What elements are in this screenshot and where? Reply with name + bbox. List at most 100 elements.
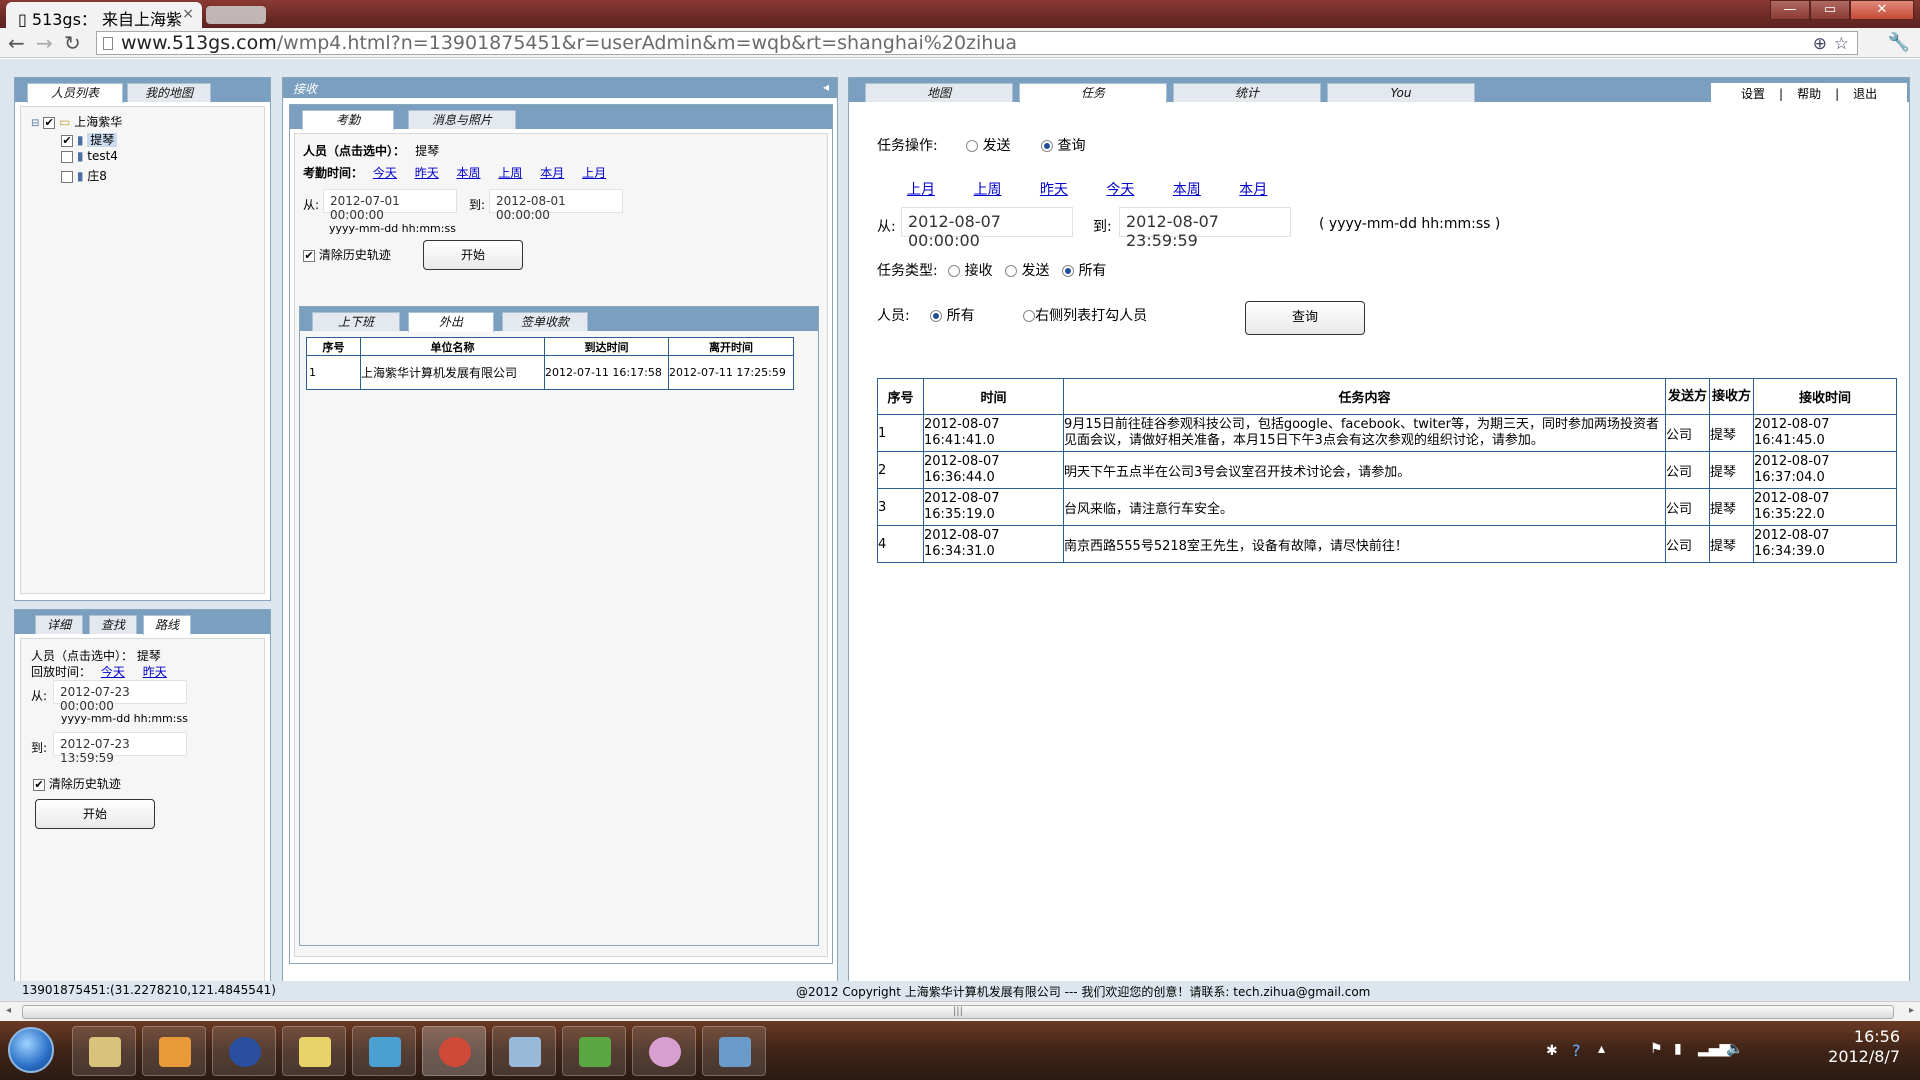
table-row[interactable]: 1 上海紫华计算机发展有限公司 2012-07-11 16:17:58 2012… [306,355,794,390]
media-player-taskbar-icon[interactable] [142,1026,206,1076]
link-last-month[interactable]: 上月 [907,182,935,198]
tree-item-person[interactable]: ▮ test4 [61,149,118,163]
link-this-month[interactable]: 本月 [1239,182,1267,198]
browser-tab[interactable]: ▯ 513gs： 来自上海紫 × [6,2,202,29]
query-button[interactable]: 查询 [1245,301,1365,335]
collapse-icon[interactable]: ⊟ [31,118,39,129]
maximize-button[interactable]: ▭ [1810,0,1850,20]
scroll-right-icon[interactable]: ▸ [1909,1005,1914,1016]
start-button-icon[interactable] [8,1027,54,1073]
radio-checked-people[interactable] [1023,310,1036,322]
chrome-taskbar-icon[interactable] [422,1026,486,1076]
link-this-week[interactable]: 本周 [1173,182,1201,198]
person-checkbox[interactable] [61,170,73,183]
link-last-week[interactable]: 上周 [498,166,522,180]
eclipse-taskbar-icon[interactable] [212,1026,276,1076]
scroll-thumb[interactable]: ||| [22,1005,1894,1019]
link-this-month[interactable]: 本月 [540,166,564,180]
explorer-taskbar-icon[interactable] [72,1026,136,1076]
tab-attendance[interactable]: 考勤 [302,110,394,130]
link-last-month[interactable]: 上月 [582,166,606,180]
scroll-left-icon[interactable]: ◂ [6,1005,11,1016]
table-row[interactable]: 1 2012-08-07 16:41:41.0 9月15日前往硅谷参观科技公司，… [877,414,1897,452]
horizontal-scrollbar[interactable]: ◂ ||| ▸ [0,1001,1920,1021]
tab-map[interactable]: 地图 [865,83,1013,102]
action-center-flag-icon[interactable]: ⚑ [1650,1041,1663,1057]
new-tab-button[interactable] [206,6,266,24]
clear-history-checkbox[interactable]: ✔ [33,778,45,791]
paint-taskbar-icon[interactable] [632,1026,696,1076]
link-yesterday[interactable]: 昨天 [143,665,167,679]
radio-send[interactable] [966,140,979,152]
editor-taskbar-icon[interactable] [492,1026,556,1076]
start-button[interactable]: 开始 [423,240,523,270]
tab-messages-photos[interactable]: 消息与照片 [408,110,516,129]
tree-root-checkbox[interactable]: ✔ [43,116,56,129]
minimize-button[interactable]: — [1770,0,1810,20]
from-input[interactable]: 2012-08-07 00:00:00 [901,207,1073,250]
show-hidden-icons-icon[interactable]: ▴ [1598,1041,1605,1057]
tab-orders-payments[interactable]: 签单收款 [502,312,588,331]
from-input[interactable]: 2012-07-01 00:00:00 [323,189,457,222]
person-checkbox[interactable] [61,150,73,163]
volume-icon[interactable]: 🔈 [1726,1041,1743,1057]
link-today[interactable]: 今天 [1106,182,1134,198]
tree-item-person[interactable]: ▮ 庄8 [61,167,107,184]
table-row[interactable]: 3 2012-08-07 16:35:19.0 台风来临，请注意行车安全。 公司… [877,488,1897,526]
person-checkbox[interactable]: ✔ [61,134,73,147]
close-window-button[interactable]: ✕ [1850,0,1914,20]
from-input[interactable]: 2012-07-23 00:00:00 [53,680,187,713]
clear-history-option[interactable]: ✔ 清除历史轨迹 [33,775,121,792]
power-icon[interactable]: ▮ [1674,1041,1682,1057]
tab-you[interactable]: You [1327,83,1475,102]
link-this-week[interactable]: 本周 [457,166,481,180]
tab-outings[interactable]: 外出 [408,312,494,332]
translate-icon[interactable]: ⊕ [1813,33,1827,55]
reload-icon[interactable]: ↻ [64,31,81,55]
help-icon[interactable]: ? [1572,1041,1581,1060]
to-input[interactable]: 2012-07-23 13:59:59 [53,732,187,765]
radio-query[interactable] [1041,140,1054,152]
network-app-icon[interactable]: ✱ [1546,1043,1558,1059]
back-icon[interactable]: ← [8,31,25,55]
tab-search[interactable]: 查找 [89,615,137,634]
tab-my-map[interactable]: 我的地图 [127,83,211,102]
link-last-week[interactable]: 上周 [973,182,1001,198]
settings-link[interactable]: 设置 [1741,87,1765,101]
radio-receive[interactable] [948,265,961,277]
clock[interactable]: 16:56 2012/8/7 [1770,1027,1900,1067]
tree-item-person[interactable]: ✔ ▮ 提琴 [61,131,118,148]
link-yesterday[interactable]: 昨天 [415,166,439,180]
link-yesterday[interactable]: 昨天 [1040,182,1068,198]
tab-people-list[interactable]: 人员列表 [27,83,123,103]
table-row[interactable]: 4 2012-08-07 16:34:31.0 南京西路555号5218室王先生… [877,525,1897,563]
tab-tasks[interactable]: 任务 [1019,83,1167,103]
wrench-icon[interactable]: 🔧 [1888,32,1910,53]
to-input[interactable]: 2012-08-07 23:59:59 [1119,207,1291,250]
tree-root[interactable]: ⊟ ✔ ▭ 上海紫华 [31,113,122,130]
messenger-taskbar-icon[interactable] [352,1026,416,1076]
clear-history-checkbox[interactable]: ✔ [303,249,315,262]
close-tab-icon[interactable]: × [182,6,194,22]
radio-all-people[interactable] [930,310,943,322]
radio-all-types[interactable] [1061,265,1074,277]
to-input[interactable]: 2012-08-01 00:00:00 [489,189,623,222]
link-today[interactable]: 今天 [373,166,397,180]
image-viewer-taskbar-icon[interactable] [702,1026,766,1076]
start-button[interactable]: 开始 [35,799,155,829]
tab-work-hours[interactable]: 上下班 [312,312,400,331]
link-today[interactable]: 今天 [101,665,125,679]
android-sdk-taskbar-icon[interactable] [562,1026,626,1076]
radio-send-type[interactable] [1005,265,1018,277]
tab-detail[interactable]: 详细 [35,615,83,634]
tab-statistics[interactable]: 统计 [1173,83,1321,102]
forward-icon[interactable]: → [36,31,53,55]
address-bar[interactable]: www.513gs.com/wmp4.html?n=13901875451&r=… [96,31,1858,55]
collapse-arrow-icon[interactable]: ◂ [823,80,829,94]
logout-link[interactable]: 退出 [1853,87,1877,101]
bookmark-star-icon[interactable]: ☆ [1834,33,1849,55]
clear-history-option[interactable]: ✔ 清除历史轨迹 [303,246,391,263]
table-row[interactable]: 2 2012-08-07 16:36:44.0 明天下午五点半在公司3号会议室召… [877,451,1897,489]
tab-route[interactable]: 路线 [143,615,191,635]
notes-taskbar-icon[interactable] [282,1026,346,1076]
